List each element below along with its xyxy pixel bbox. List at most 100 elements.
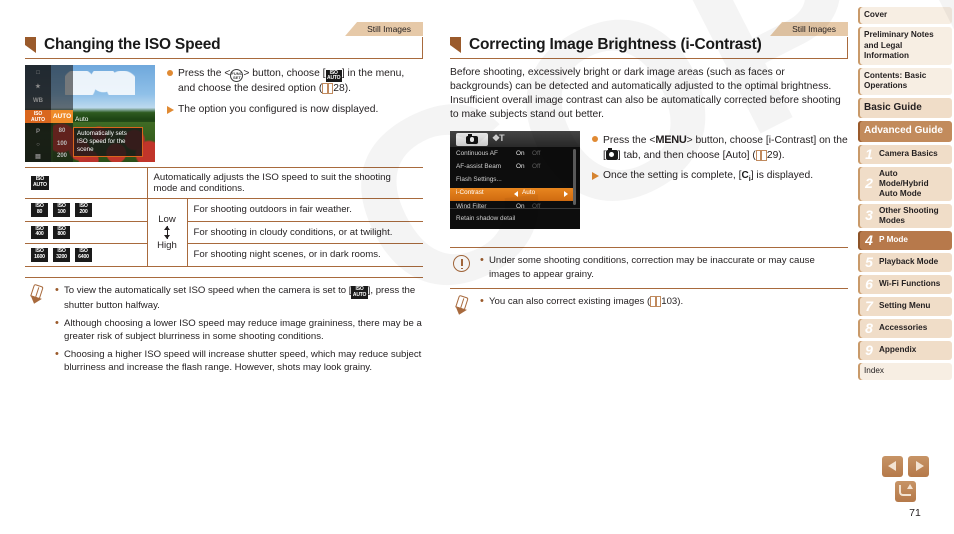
- menu-row-label: Continuous AF: [456, 150, 498, 157]
- menu-row-label: i-Contrast: [456, 189, 484, 196]
- caution-item: • Under some shooting conditions, correc…: [480, 254, 848, 281]
- menu-row-af-assist-beam[interactable]: AF-assist Beam On Off: [450, 162, 574, 175]
- menu-row-value-off: Off: [532, 163, 541, 170]
- sidebar-item-accessories[interactable]: 8 Accessories: [858, 318, 952, 338]
- right-note-post: ).: [677, 296, 684, 307]
- lcd-menu-item-6: ▤: [35, 154, 41, 160]
- shooting-menu-figure: ❖T Continuous AF On Off AF-assist Beam O…: [450, 131, 580, 229]
- sidebar-item-other-shooting-modes[interactable]: 3 Other Shooting Modes: [858, 203, 952, 228]
- menu-row-continuous-af[interactable]: Continuous AF On Off: [450, 149, 574, 162]
- note-item: • Choosing a higher ISO speed will incre…: [55, 348, 423, 375]
- iso-icons-cell-1: ISO 80 ISO 100 ISO 200: [25, 198, 148, 222]
- previous-page-button[interactable]: [882, 456, 903, 477]
- still-images-tab-right: Still Images: [770, 22, 848, 36]
- left-step-2: The option you configured is now display…: [167, 103, 423, 118]
- left-steps-list: Press the <FUNC SET > button, choose [ISO A…: [167, 65, 423, 162]
- iso-level-low: Low: [158, 213, 176, 225]
- page-ref-28[interactable]: 28: [333, 83, 344, 94]
- sidebar-item-camera-basics[interactable]: 1 Camera Basics: [858, 144, 952, 164]
- page-ref-29[interactable]: 29: [767, 150, 778, 161]
- note-item: • To view the automatically set ISO spee…: [55, 284, 423, 313]
- sidebar-item-contents-basic-operations[interactable]: Contents: Basic Operations: [858, 67, 952, 95]
- sidebar-number: 9: [865, 341, 873, 358]
- iso-icon-100: ISO 100: [53, 203, 70, 217]
- menu-row-value-auto: Auto: [522, 189, 536, 196]
- caution-item-text: Under some shooting conditions, correcti…: [489, 255, 815, 280]
- lcd-description-box: Automatically sets ISO speed for the sce…: [73, 127, 143, 157]
- menu-divider: [450, 208, 580, 209]
- camera-lcd-iso: □ ★ WB ISO AUTO P ○ ▤ AUTO 80 100 200 Aut…: [25, 65, 155, 162]
- right-arrow-icon: [916, 461, 924, 471]
- sidebar-item-setting-menu[interactable]: 7 Setting Menu: [858, 296, 952, 316]
- exclamation-icon: [450, 254, 480, 281]
- sidebar-item-auto-mode[interactable]: 2 Auto Mode/Hybrid Auto Mode: [858, 166, 952, 201]
- sidebar-item-p-mode[interactable]: 4 P Mode: [858, 230, 952, 250]
- sidebar-item-label: Auto Mode/Hybrid Auto Mode: [879, 168, 929, 198]
- wrench-tab-icon: ❖T: [492, 133, 505, 143]
- sidebar-item-label: Camera Basics: [879, 149, 938, 158]
- left-note-items: • To view the automatically set ISO spee…: [55, 284, 423, 375]
- right-caution-items: • Under some shooting conditions, correc…: [480, 254, 848, 281]
- iso-auto-badge-icon: ISO AUTO: [325, 69, 342, 83]
- menu-row-i-contrast[interactable]: i-Contrast Auto: [450, 188, 574, 201]
- iso-level-cell: Low High: [147, 198, 188, 267]
- left-step-2-text: The option you configured is now display…: [178, 103, 379, 115]
- sidebar-item-wifi-functions[interactable]: 6 Wi-Fi Functions: [858, 274, 952, 294]
- right-step-2: Once the setting is complete, [Ci] is di…: [592, 169, 848, 188]
- iso-icons-cell-3: ISO 1600 ISO 3200 ISO 6400: [25, 243, 148, 267]
- sidebar-number: 3: [865, 207, 873, 223]
- sidebar-item-playback-mode[interactable]: 5 Playback Mode: [858, 252, 952, 272]
- sidebar-number: 1: [865, 145, 873, 162]
- sidebar-item-label: Wi-Fi Functions: [879, 279, 941, 288]
- lcd-option-blank-top: [51, 73, 73, 85]
- back-button[interactable]: [895, 481, 916, 502]
- lcd-menu-item-2: WB: [33, 98, 43, 104]
- right-column: Still Images Correcting Image Brightness…: [450, 22, 848, 322]
- next-page-button[interactable]: [908, 456, 929, 477]
- sidebar-number: 8: [865, 319, 873, 336]
- lcd-menu-item-4: P: [35, 129, 40, 135]
- iso-icon-200: ISO 200: [75, 203, 92, 217]
- iso-icon-3200: ISO 3200: [53, 248, 70, 262]
- note-bullet-icon: •: [55, 347, 59, 360]
- page-ref-103[interactable]: 103: [661, 296, 677, 307]
- sidebar-item-advanced-guide[interactable]: Advanced Guide: [858, 121, 952, 142]
- left-heading: Changing the ISO Speed: [44, 36, 221, 53]
- sidebar-item-label: Appendix: [879, 345, 917, 354]
- note-item-text-2: Although choosing a lower ISO speed may …: [64, 317, 422, 343]
- menu-row-label: AF-assist Beam: [456, 163, 502, 170]
- right-figure-steps-row: ❖T Continuous AF On Off AF-assist Beam O…: [450, 131, 848, 229]
- camera-lcd-menu: ❖T Continuous AF On Off AF-assist Beam O…: [450, 131, 580, 229]
- bullet-triangle-icon: [167, 103, 178, 118]
- still-images-tab-left: Still Images: [345, 22, 423, 36]
- sidebar-number: 2: [865, 175, 873, 191]
- menu-scrollbar[interactable]: [573, 149, 576, 205]
- left-note-box: • To view the automatically set ISO spee…: [25, 276, 423, 382]
- left-tab-strip: Still Images: [25, 22, 423, 36]
- sidebar-item-index[interactable]: Index: [858, 362, 952, 380]
- menu-button-icon: MENU: [655, 134, 687, 146]
- sidebar-item-label: Setting Menu: [879, 301, 931, 310]
- table-row: ISO 80 ISO 100 ISO 200 Low High For shootin…: [25, 198, 423, 267]
- sidebar-item-preliminary-notes[interactable]: Preliminary Notes and Legal Information: [858, 27, 952, 65]
- bullet-dot-icon: [167, 67, 178, 97]
- lcd-menu-item-5: ○: [36, 142, 40, 148]
- iso-icon-auto: ISO AUTO: [31, 176, 49, 190]
- bullet-dot-icon: [592, 133, 603, 163]
- sidebar-item-cover[interactable]: Cover: [858, 7, 952, 24]
- sidebar-item-basic-guide[interactable]: Basic Guide: [858, 97, 952, 118]
- right-note-pre: You can also correct existing images (: [489, 296, 651, 307]
- iso-desc-cell-2: For shooting in cloudy conditions, or at…: [187, 220, 423, 245]
- right-step-1-text: Press the <MENU> button, choose [i-Contr…: [603, 134, 848, 161]
- camera-icon: [605, 148, 618, 160]
- sidebar-item-appendix[interactable]: 9 Appendix: [858, 340, 952, 360]
- camera-tab-icon: [456, 132, 488, 146]
- note-item-text-3: Choosing a higher ISO speed will increas…: [64, 348, 422, 374]
- right-caution-box: • Under some shooting conditions, correc…: [450, 247, 848, 289]
- iso-auto-badge-icon: ISO AUTO: [351, 286, 368, 300]
- iso-icon-400: ISO 400: [31, 225, 48, 240]
- lcd-option-auto-selected: AUTO: [51, 110, 73, 123]
- right-note-items: • You can also correct existing images (…: [480, 295, 848, 315]
- right-heading: Correcting Image Brightness (i-Contrast): [469, 36, 762, 53]
- menu-row-flash-settings[interactable]: Flash Settings...: [450, 175, 574, 188]
